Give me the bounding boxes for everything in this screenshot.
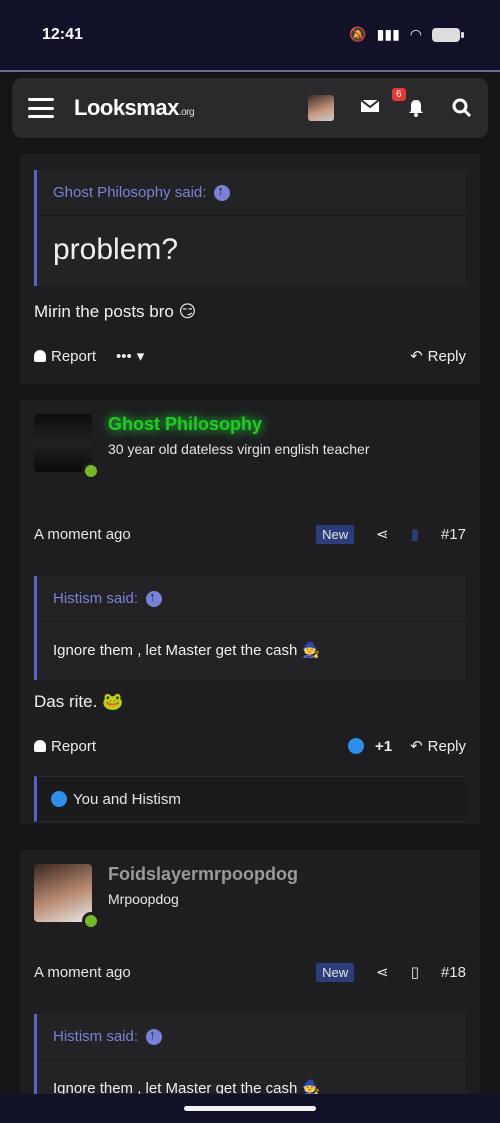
reply-button[interactable]: ↶ Reply <box>410 347 466 366</box>
quote-block: Histism said: Ignore them , let Master g… <box>34 576 466 680</box>
notification-badge: 6 <box>392 88 406 101</box>
user-avatar[interactable] <box>308 95 334 121</box>
quote-author[interactable]: Histism said: <box>53 590 138 607</box>
share-icon[interactable]: ⋖ <box>376 963 389 981</box>
post-actions: Report ••• ▾ ↶ Reply <box>34 344 466 368</box>
author-title: Mrpoopdog <box>108 891 179 907</box>
quote-block: Histism said: Ignore them , let Master g… <box>34 1014 466 1094</box>
post-17: Ghost Philosophy 30 year old dateless vi… <box>20 400 480 824</box>
more-options-button[interactable]: ••• ▾ <box>116 347 145 366</box>
post-actions: Report +1 ↶ Reply <box>34 734 466 758</box>
quote-text: Ignore them , let Master get the cash 🧙 <box>37 1060 466 1095</box>
pepe-emoji-icon: 🐸 <box>102 692 124 711</box>
reactions-bar[interactable]: You and Histism <box>34 776 466 822</box>
post-time[interactable]: A moment ago <box>34 964 131 981</box>
bell-icon <box>34 740 46 752</box>
home-indicator-bar <box>0 1094 500 1123</box>
reply-icon: ↶ <box>410 738 423 755</box>
bell-icon <box>34 350 46 362</box>
bookmark-icon[interactable]: ▯ <box>411 963 419 981</box>
quote-block: Ghost Philosophy said: problem? <box>34 170 466 286</box>
signal-icon: ▮▮▮ <box>376 26 400 42</box>
wifi-icon: ◠ <box>409 26 422 42</box>
post-author: Ghost Philosophy 30 year old dateless vi… <box>34 400 466 496</box>
quote-author[interactable]: Histism said: <box>53 1028 138 1045</box>
bookmark-icon[interactable]: ▮ <box>411 525 419 543</box>
menu-icon[interactable] <box>28 98 54 118</box>
wizard-emoji-icon: 🧙 <box>301 642 321 659</box>
post-number[interactable]: #18 <box>441 964 466 981</box>
quote-author[interactable]: Ghost Philosophy said: <box>53 184 206 201</box>
report-button[interactable]: Report <box>34 738 96 755</box>
post-time[interactable]: A moment ago <box>34 526 131 543</box>
battery-icon <box>432 27 464 42</box>
navbar: Looksmax.org 6 <box>12 78 488 138</box>
troll-emoji-icon: 😏 <box>178 302 197 321</box>
status-icons: 🔕 ▮▮▮ ◠ <box>349 26 464 43</box>
status-bar: 12:41 🔕 ▮▮▮ ◠ <box>0 0 500 72</box>
post-meta: A moment ago New ⋖ ▮ #17 <box>34 522 466 546</box>
search-icon[interactable] <box>452 98 472 118</box>
mute-icon: 🔕 <box>349 26 367 42</box>
online-indicator <box>82 462 100 480</box>
bell-icon[interactable]: 6 <box>392 88 426 118</box>
chevron-down-icon: ▾ <box>136 348 145 365</box>
author-avatar[interactable] <box>34 414 100 480</box>
online-indicator <box>82 912 100 930</box>
go-to-quote-icon[interactable] <box>146 589 163 607</box>
new-badge: New <box>316 962 355 982</box>
author-title: 30 year old dateless virgin english teac… <box>108 441 370 457</box>
envelope-icon[interactable] <box>360 98 380 118</box>
like-icon <box>51 791 67 807</box>
reply-button[interactable]: ↶ Reply <box>410 737 466 756</box>
go-to-quote-icon[interactable] <box>214 183 231 201</box>
home-indicator[interactable] <box>184 1106 316 1111</box>
post-text: Mirin the posts bro 😏 <box>34 302 197 321</box>
post-18: Foidslayermrpoopdog Mrpoopdog A moment a… <box>20 850 480 1094</box>
wizard-emoji-icon: 🧙 <box>301 1080 321 1094</box>
post-number[interactable]: #17 <box>441 526 466 543</box>
status-time: 12:41 <box>42 26 83 43</box>
go-to-quote-icon[interactable] <box>146 1027 163 1045</box>
page[interactable]: Looksmax.org 6 Ghost Philosophy said: pr… <box>0 74 500 1094</box>
author-avatar[interactable] <box>34 864 100 930</box>
report-button[interactable]: Report <box>34 348 96 365</box>
post-meta: A moment ago New ⋖ ▯ #18 <box>34 960 466 984</box>
quote-text: problem? <box>53 233 179 266</box>
new-badge: New <box>316 524 355 544</box>
post-text: Das rite. 🐸 <box>34 692 124 711</box>
share-icon[interactable]: ⋖ <box>376 525 389 543</box>
site-logo[interactable]: Looksmax.org <box>74 95 195 121</box>
like-icon <box>347 738 364 754</box>
author-name[interactable]: Foidslayermrpoopdog <box>108 864 298 885</box>
author-name[interactable]: Ghost Philosophy <box>108 414 370 435</box>
post-author: Foidslayermrpoopdog Mrpoopdog <box>34 850 466 946</box>
quote-text: Ignore them , let Master get the cash 🧙 <box>53 641 321 660</box>
reactions-text: You and Histism <box>73 790 181 808</box>
post-16: Ghost Philosophy said: problem? Mirin th… <box>20 154 480 384</box>
like-button[interactable]: +1 <box>347 738 392 755</box>
reply-icon: ↶ <box>410 348 423 365</box>
